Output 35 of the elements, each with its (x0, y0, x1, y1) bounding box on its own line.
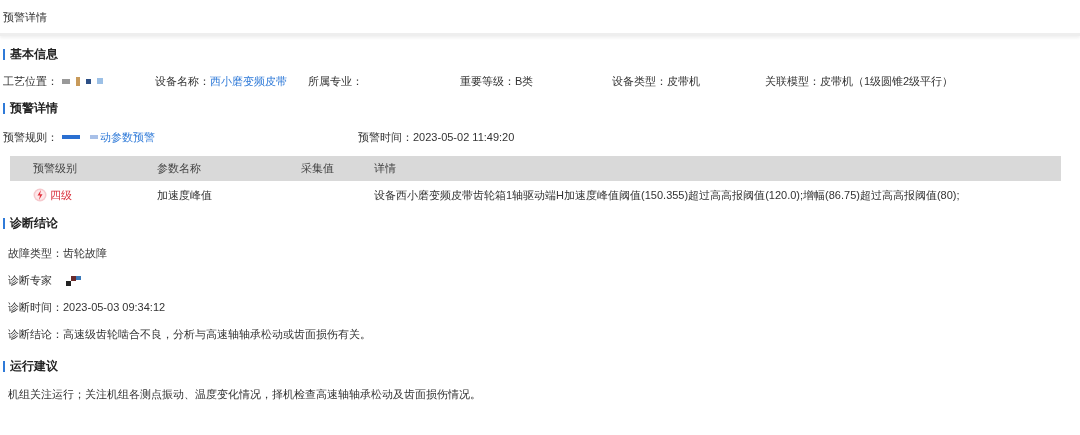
field-value: 齿轮故障 (63, 246, 107, 262)
field-label: 预警时间： (358, 129, 413, 145)
page-title: 预警详情 (3, 11, 47, 23)
link-value[interactable]: 动参数预警 (100, 128, 155, 146)
field-label: 所属专业： (308, 73, 363, 89)
field-value: 皮带机 (667, 73, 700, 89)
table-cell: 加速度峰值 (157, 188, 212, 201)
column-header: 采集值 (301, 162, 334, 175)
section-heading: 运行建议 (10, 358, 58, 375)
field-label: 诊断专家 (8, 273, 52, 289)
field-label: 工艺位置： (3, 73, 58, 89)
link-value[interactable]: 西小磨变频皮带 (210, 72, 287, 90)
alert-level: 四级 (50, 187, 72, 203)
field-value: 2023-05-03 09:34:12 (63, 300, 166, 316)
section-heading: 预警详情 (10, 100, 58, 117)
column-header: 详情 (374, 162, 396, 175)
suggestion-text: 机组关注运行；关注机组各测点振动、温度变化情况，择机检查高速轴轴承松动及齿面损伤情况。 (8, 388, 481, 400)
field-label: 重要等级： (460, 73, 515, 89)
field-value: 皮带机（1级圆锥2级平行） (820, 73, 954, 89)
field-label: 诊断时间： (8, 300, 63, 316)
field-value: B类 (515, 73, 534, 89)
section-heading: 诊断结论 (10, 215, 58, 232)
lightning-icon (33, 188, 47, 202)
field-label: 设备类型： (612, 73, 667, 89)
field-value: 2023-05-02 11:49:20 (413, 129, 515, 145)
column-header: 预警级别 (33, 162, 77, 175)
field-label: 设备名称： (155, 73, 210, 89)
table-cell: 设备西小磨变频皮带齿轮箱1轴驱动端H加速度峰值阈值(150.355)超过高高报阈值(120.0);增幅(86.75)超过高高报阈值(80); (374, 188, 960, 201)
field-label: 故障类型： (8, 246, 63, 262)
field-label: 诊断结论： (8, 327, 63, 343)
field-label: 预警规则： (3, 129, 58, 145)
section-heading: 基本信息 (10, 46, 58, 63)
field-value: 高速级齿轮啮合不良，分析与高速轴轴承松动或齿面损伤有关。 (63, 327, 371, 343)
field-label: 关联模型： (765, 73, 820, 89)
column-header: 参数名称 (157, 162, 201, 175)
